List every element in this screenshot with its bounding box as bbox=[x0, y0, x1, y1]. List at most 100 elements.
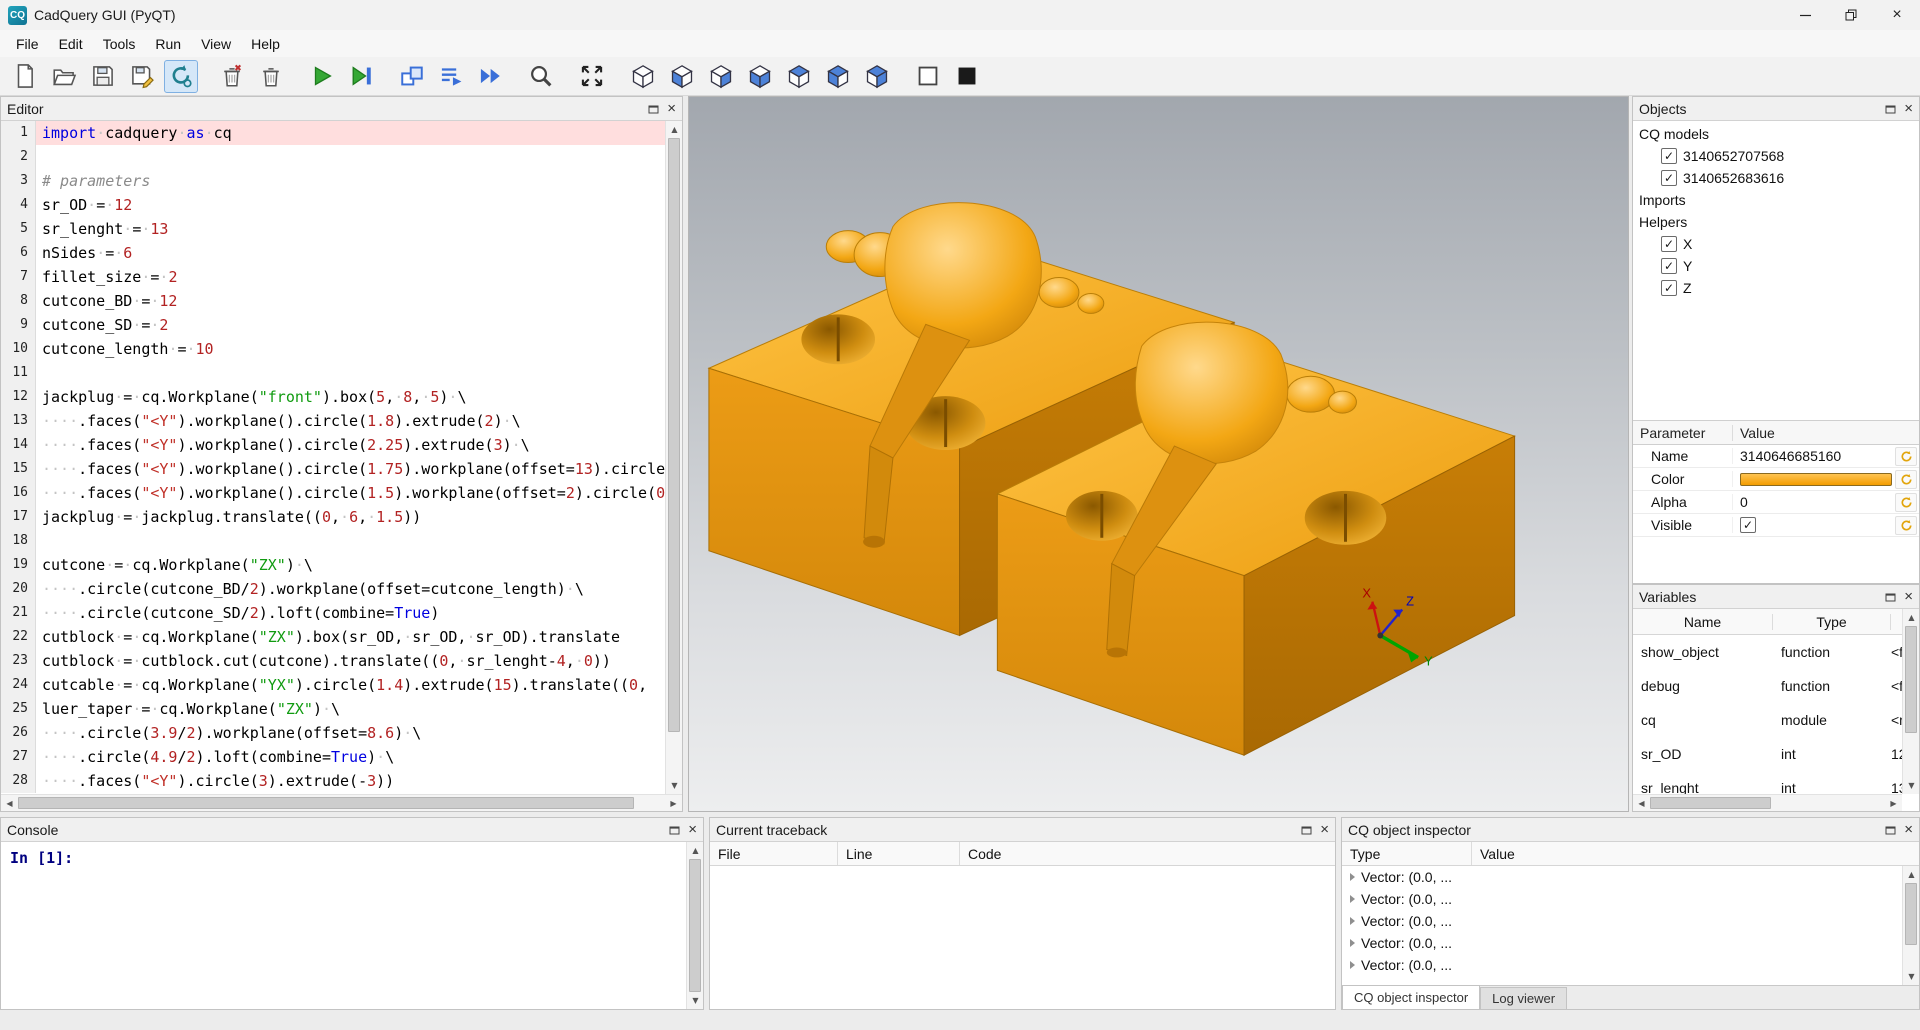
console-input-area[interactable]: In [1]: bbox=[1, 842, 686, 1009]
float-panel-icon[interactable] bbox=[669, 825, 680, 835]
inspector-row[interactable]: Vector: (0.0, ... bbox=[1342, 954, 1902, 976]
scrollbar-thumb[interactable] bbox=[689, 859, 701, 992]
close-panel-icon[interactable]: × bbox=[1904, 101, 1913, 116]
editor-hscrollbar[interactable]: ◀ ▶ bbox=[1, 794, 682, 811]
checkbox[interactable]: ✓ bbox=[1661, 170, 1677, 186]
column-header[interactable]: Type bbox=[1773, 614, 1891, 630]
view-top-button[interactable] bbox=[821, 60, 855, 93]
scrollbar-thumb[interactable] bbox=[18, 797, 634, 809]
scroll-right-icon[interactable]: ▶ bbox=[665, 795, 682, 812]
view-bottom-button[interactable] bbox=[860, 60, 894, 93]
scroll-down-icon[interactable]: ▼ bbox=[666, 777, 682, 794]
menu-view[interactable]: View bbox=[191, 33, 241, 55]
property-value[interactable]: 0 bbox=[1733, 494, 1895, 510]
column-header[interactable]: Code bbox=[960, 842, 1335, 865]
restore-button[interactable] bbox=[1828, 0, 1874, 30]
inspector-row[interactable]: Vector: (0.0, ... bbox=[1342, 866, 1902, 888]
debug-button[interactable] bbox=[344, 60, 378, 93]
float-panel-icon[interactable] bbox=[1885, 592, 1896, 602]
close-panel-icon[interactable]: × bbox=[1904, 822, 1913, 837]
view-back-button[interactable] bbox=[704, 60, 738, 93]
zoom-fit-button[interactable] bbox=[524, 60, 558, 93]
console-vscrollbar[interactable]: ▲ ▼ bbox=[686, 842, 703, 1009]
column-header[interactable]: File bbox=[710, 842, 838, 865]
scrollbar-thumb[interactable] bbox=[668, 138, 680, 732]
expand-icon[interactable] bbox=[1350, 873, 1355, 881]
variable-row[interactable]: sr_ODint12 bbox=[1633, 737, 1919, 771]
view-iso-button[interactable] bbox=[626, 60, 660, 93]
reset-value-button[interactable] bbox=[1895, 470, 1917, 489]
expand-icon[interactable] bbox=[1350, 917, 1355, 925]
close-panel-icon[interactable]: × bbox=[1904, 589, 1913, 604]
variable-row[interactable]: debugfunction<f bbox=[1633, 669, 1919, 703]
column-header[interactable]: Type bbox=[1342, 842, 1472, 865]
code-editor[interactable]: 1import·cadquery·as·cq23# parameters4sr_… bbox=[1, 121, 665, 794]
view-right-button[interactable] bbox=[782, 60, 816, 93]
menu-run[interactable]: Run bbox=[145, 33, 191, 55]
scroll-down-icon[interactable]: ▼ bbox=[687, 992, 703, 1009]
expand-icon[interactable] bbox=[1350, 895, 1355, 903]
expand-icon[interactable] bbox=[1350, 939, 1355, 947]
checkbox[interactable]: ✓ bbox=[1661, 258, 1677, 274]
tree-item-3140652707568[interactable]: ✓3140652707568 bbox=[1633, 145, 1919, 167]
tab-cq-object-inspector[interactable]: CQ object inspector bbox=[1342, 985, 1480, 1009]
column-header[interactable]: Parameter bbox=[1633, 425, 1733, 441]
checkbox[interactable]: ✓ bbox=[1740, 517, 1756, 533]
scroll-right-icon[interactable]: ▶ bbox=[1885, 795, 1902, 811]
autoreload-toggle[interactable] bbox=[164, 60, 198, 93]
close-panel-icon[interactable]: × bbox=[688, 822, 697, 837]
view-front-button[interactable] bbox=[665, 60, 699, 93]
menu-tools[interactable]: Tools bbox=[93, 33, 146, 55]
close-panel-icon[interactable]: × bbox=[667, 101, 676, 116]
tree-item-helpers[interactable]: Helpers bbox=[1633, 211, 1919, 233]
column-header[interactable]: Value bbox=[1472, 842, 1919, 865]
save-button[interactable] bbox=[86, 60, 120, 93]
step-into-button[interactable] bbox=[434, 60, 468, 93]
scrollbar-thumb[interactable] bbox=[1905, 883, 1917, 945]
checkbox[interactable]: ✓ bbox=[1661, 148, 1677, 164]
reset-value-button[interactable] bbox=[1895, 447, 1917, 466]
new-script-button[interactable] bbox=[8, 60, 42, 93]
delete-all-button[interactable] bbox=[254, 60, 288, 93]
property-value[interactable]: 3140646685160 bbox=[1733, 448, 1895, 464]
checkbox[interactable]: ✓ bbox=[1661, 236, 1677, 252]
editor-vscrollbar[interactable]: ▲ ▼ bbox=[665, 121, 682, 794]
scroll-up-icon[interactable]: ▲ bbox=[687, 842, 703, 859]
column-header[interactable]: Name bbox=[1633, 614, 1773, 630]
wireframe-button[interactable] bbox=[911, 60, 945, 93]
scrollbar-thumb[interactable] bbox=[1650, 797, 1771, 809]
variables-hscrollbar[interactable]: ◀ ▶ bbox=[1633, 794, 1902, 811]
column-header[interactable]: Value bbox=[1733, 425, 1919, 441]
reset-value-button[interactable] bbox=[1895, 516, 1917, 535]
scroll-left-icon[interactable]: ◀ bbox=[1, 795, 18, 812]
variable-row[interactable]: cqmodule<m bbox=[1633, 703, 1919, 737]
inspector-row[interactable]: Vector: (0.0, ... bbox=[1342, 932, 1902, 954]
column-header[interactable]: Line bbox=[838, 842, 960, 865]
scroll-up-icon[interactable]: ▲ bbox=[666, 121, 682, 138]
view-left-button[interactable] bbox=[743, 60, 777, 93]
tree-item-3140652683616[interactable]: ✓3140652683616 bbox=[1633, 167, 1919, 189]
float-panel-icon[interactable] bbox=[648, 104, 659, 114]
scroll-up-icon[interactable]: ▲ bbox=[1903, 609, 1919, 626]
tree-item-imports[interactable]: Imports bbox=[1633, 189, 1919, 211]
expand-icon[interactable] bbox=[1350, 961, 1355, 969]
step-over-button[interactable] bbox=[395, 60, 429, 93]
reset-value-button[interactable] bbox=[1895, 493, 1917, 512]
float-panel-icon[interactable] bbox=[1885, 825, 1896, 835]
menu-file[interactable]: File bbox=[6, 33, 49, 55]
color-swatch[interactable] bbox=[1740, 473, 1892, 486]
tree-item-x[interactable]: ✓X bbox=[1633, 233, 1919, 255]
variable-row[interactable]: show_objectfunction<f bbox=[1633, 635, 1919, 669]
minimize-button[interactable] bbox=[1782, 0, 1828, 30]
tab-log-viewer[interactable]: Log viewer bbox=[1480, 987, 1567, 1009]
checkbox[interactable]: ✓ bbox=[1661, 280, 1677, 296]
scroll-up-icon[interactable]: ▲ bbox=[1903, 866, 1919, 883]
inspector-row[interactable]: Vector: (0.0, ... bbox=[1342, 910, 1902, 932]
scrollbar-thumb[interactable] bbox=[1905, 626, 1917, 733]
close-panel-icon[interactable]: × bbox=[1320, 822, 1329, 837]
open-script-button[interactable] bbox=[47, 60, 81, 93]
objects-tree[interactable]: CQ models✓3140652707568✓3140652683616Imp… bbox=[1633, 121, 1919, 421]
float-panel-icon[interactable] bbox=[1301, 825, 1312, 835]
variables-vscrollbar[interactable]: ▲ ▼ bbox=[1902, 609, 1919, 794]
viewport-3d[interactable]: X Z Y bbox=[688, 96, 1629, 812]
